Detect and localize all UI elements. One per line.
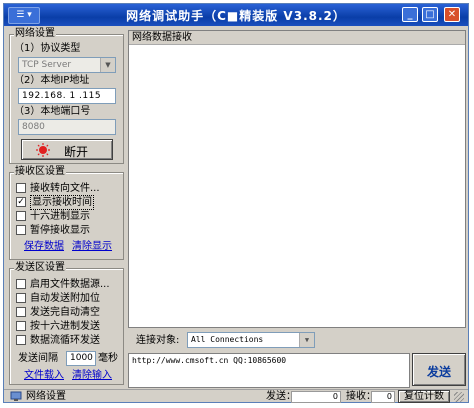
checkbox-label: 按十六进制发送 bbox=[30, 321, 100, 332]
receive-area-header: 网络数据接收 bbox=[129, 31, 465, 45]
receive-settings-group: 接收区设置 接收转向文件... ✓ 显示接收时间 十六进制显示 暂停接收显示 保… bbox=[9, 166, 124, 260]
checkbox-label: 十六进制显示 bbox=[30, 211, 90, 222]
network-settings-group: 网络设置 （1）协议类型 TCP Server ▼ （2）本地IP地址 192.… bbox=[9, 28, 124, 164]
reset-count-label: 复位计数 bbox=[404, 391, 444, 402]
protocol-label: （1）协议类型 bbox=[14, 43, 81, 54]
close-icon[interactable]: ✕ bbox=[444, 7, 460, 22]
target-select[interactable]: All Connections ▼ bbox=[187, 332, 315, 348]
checkbox-box bbox=[16, 279, 26, 289]
protocol-select[interactable]: TCP Server ▼ bbox=[18, 57, 116, 73]
target-label: 连接对象: bbox=[136, 335, 180, 346]
protocol-value: TCP Server bbox=[22, 60, 72, 70]
disconnect-button-label: 断开 bbox=[64, 145, 89, 159]
checkbox-box bbox=[16, 335, 26, 345]
local-ip-label: （2）本地IP地址 bbox=[14, 75, 90, 86]
checkbox-box: ✓ bbox=[16, 197, 26, 207]
checkbox-label: 自动发送附加位 bbox=[30, 293, 100, 304]
chevron-down-icon: ▼ bbox=[299, 333, 314, 347]
window-title: 网络调试助手（C■精装版 V3.8.2） bbox=[126, 9, 346, 23]
checkbox-label: 显示接收时间 bbox=[30, 195, 94, 210]
clear-input-link[interactable]: 清除输入 bbox=[72, 370, 112, 382]
checkbox-box bbox=[16, 183, 26, 193]
resize-grip[interactable] bbox=[454, 392, 464, 402]
chevron-down-icon: ▼ bbox=[100, 58, 115, 72]
checkbox-box bbox=[16, 307, 26, 317]
connection-status-icon bbox=[36, 143, 50, 157]
checkbox-label: 暂停接收显示 bbox=[30, 225, 90, 236]
send-settings-legend: 发送区设置 bbox=[14, 262, 66, 274]
checkbox-label: 启用文件数据源... bbox=[30, 279, 110, 290]
save-data-link[interactable]: 保存数据 bbox=[24, 241, 64, 253]
receive-settings-legend: 接收区设置 bbox=[14, 166, 66, 178]
send-interval-label: 发送间隔 bbox=[18, 353, 58, 364]
target-value: All Connections bbox=[191, 335, 264, 344]
send-count: 0 bbox=[291, 391, 341, 403]
maximize-icon[interactable]: □ bbox=[422, 7, 438, 22]
receive-area[interactable]: 网络数据接收 bbox=[128, 30, 466, 328]
status-bar: 网络设置 发送： 0 接收： 0 复位计数 bbox=[4, 389, 468, 404]
local-port-field[interactable]: 8080 bbox=[18, 119, 116, 135]
title-bar: ☰ ▾ 网络调试助手（C■精装版 V3.8.2） _ □ ✕ bbox=[4, 4, 468, 26]
local-ip-field[interactable]: 192.168. 1 .115 bbox=[18, 88, 116, 104]
checkbox-label: 数据流循环发送 bbox=[30, 335, 100, 346]
network-status-icon bbox=[10, 391, 22, 401]
send-button[interactable]: 发送 bbox=[412, 353, 466, 386]
send-interval-unit: 毫秒 bbox=[98, 353, 118, 364]
send-input[interactable]: http://www.cmsoft.cn QQ:10865600 bbox=[128, 353, 410, 388]
checkbox-box bbox=[16, 321, 26, 331]
network-settings-legend: 网络设置 bbox=[14, 28, 56, 40]
local-port-label: （3）本地端口号 bbox=[14, 106, 91, 117]
send-settings-group: 发送区设置 启用文件数据源... 自动发送附加位 发送完自动清空 按十六进制发送… bbox=[9, 262, 124, 385]
send-interval-field[interactable]: 1000 bbox=[66, 351, 96, 366]
minimize-icon[interactable]: _ bbox=[402, 7, 418, 22]
reset-count-button[interactable]: 复位计数 bbox=[398, 390, 450, 403]
recv-count: 0 bbox=[371, 391, 395, 403]
checkbox-box bbox=[16, 211, 26, 221]
status-text: 网络设置 bbox=[26, 391, 66, 402]
send-button-label: 发送 bbox=[426, 365, 451, 379]
disconnect-button[interactable]: 断开 bbox=[21, 139, 113, 160]
clear-display-link[interactable]: 清除显示 bbox=[72, 241, 112, 253]
checkbox-label: 发送完自动清空 bbox=[30, 307, 100, 318]
app-window: ☰ ▾ 网络调试助手（C■精装版 V3.8.2） _ □ ✕ 网络设置 （1）协… bbox=[3, 3, 469, 403]
file-load-link[interactable]: 文件载入 bbox=[24, 370, 64, 382]
checkbox-box bbox=[16, 225, 26, 235]
checkbox-label: 接收转向文件... bbox=[30, 183, 100, 194]
checkbox-box bbox=[16, 293, 26, 303]
